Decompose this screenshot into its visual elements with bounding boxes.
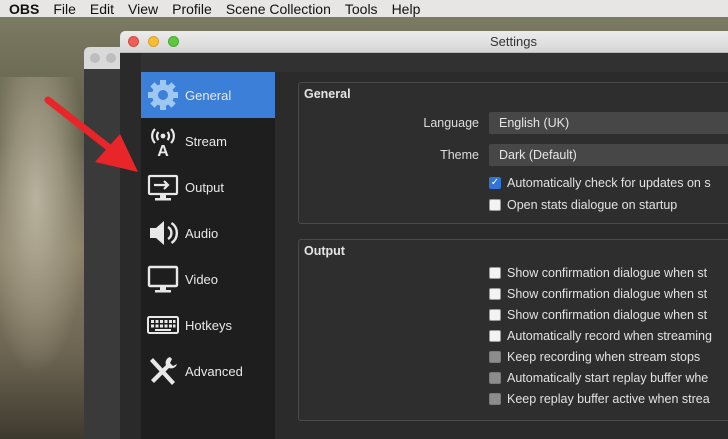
language-select[interactable]: English (UK)	[489, 112, 728, 134]
checkbox-label: Keep replay buffer active when strea	[507, 392, 710, 406]
sidebar-item-label: Output	[185, 179, 225, 195]
checkbox-label: Show confirmation dialogue when st	[507, 287, 708, 301]
menu-edit[interactable]: Edit	[90, 1, 114, 17]
keep-recording-checkbox[interactable]: Keep recording when stream stops	[489, 350, 700, 364]
sidebar-item-label: Advanced	[185, 363, 243, 379]
checkmark-icon[interactable]: ✓	[489, 177, 501, 189]
speaker-icon	[141, 211, 185, 255]
checkbox-label: Automatically start replay buffer whe	[507, 371, 709, 385]
output-group: Output Show confirmation dialogue when s…	[298, 239, 728, 421]
menu-file[interactable]: File	[53, 1, 76, 17]
monitor-icon	[141, 257, 185, 301]
settings-window: Settings General A Stream Output Audio V…	[120, 31, 728, 439]
sidebar-item-hotkeys[interactable]: Hotkeys	[141, 302, 275, 348]
replay-buffer-active-checkbox[interactable]: Keep replay buffer active when strea	[489, 392, 710, 406]
output-checkbox-3[interactable]: Show confirmation dialogue when st	[489, 308, 707, 322]
checkbox-box[interactable]	[489, 199, 501, 211]
auto-record-checkbox[interactable]: Automatically record when streaming	[489, 329, 712, 343]
checkbox-box[interactable]	[489, 267, 501, 279]
menu-tools[interactable]: Tools	[345, 1, 378, 17]
checkbox-box[interactable]	[489, 330, 501, 342]
checkbox-label: Show confirmation dialogue when st	[507, 266, 708, 280]
menu-bar: OBS File Edit View Profile Scene Collect…	[0, 0, 728, 17]
settings-content: General Language English (UK) Theme Dark…	[275, 72, 728, 439]
output-checkbox-2[interactable]: Show confirmation dialogue when st	[489, 287, 707, 301]
checkbox-box[interactable]	[489, 288, 501, 300]
sidebar-item-label: Hotkeys	[185, 317, 232, 333]
menu-view[interactable]: View	[128, 1, 158, 17]
sidebar-item-advanced[interactable]: Advanced	[141, 348, 275, 394]
sidebar-item-label: Audio	[185, 225, 219, 241]
replay-buffer-start-checkbox[interactable]: Automatically start replay buffer whe	[489, 371, 708, 385]
check-updates-checkbox[interactable]: ✓ Automatically check for updates on s	[489, 176, 711, 190]
checkbox-box[interactable]	[489, 393, 501, 405]
checkbox-box[interactable]	[489, 351, 501, 363]
sidebar-item-output[interactable]: Output	[141, 164, 275, 210]
background-minimize-button[interactable]	[106, 53, 116, 63]
menu-profile[interactable]: Profile	[172, 1, 212, 17]
settings-sidebar: General A Stream Output Audio Video Hotk…	[141, 72, 275, 439]
settings-titlebar: Settings	[120, 31, 728, 53]
sidebar-item-label: Stream	[185, 133, 227, 149]
group-title-output: Output	[304, 244, 345, 258]
sidebar-item-label: General	[185, 87, 232, 103]
output-checkbox-1[interactable]: Show confirmation dialogue when st	[489, 266, 707, 280]
broadcast-icon: A	[141, 119, 185, 163]
open-stats-checkbox[interactable]: Open stats dialogue on startup	[489, 198, 677, 212]
theme-select[interactable]: Dark (Default)	[489, 144, 728, 166]
checkbox-box[interactable]	[489, 372, 501, 384]
checkbox-label: Automatically check for updates on s	[507, 176, 711, 190]
keyboard-icon	[141, 303, 185, 347]
checkbox-label: Automatically record when streaming	[507, 329, 712, 343]
menu-help[interactable]: Help	[392, 1, 421, 17]
output-icon	[141, 165, 185, 209]
theme-label: Theme	[440, 148, 479, 162]
language-label: Language	[423, 116, 479, 130]
sidebar-item-audio[interactable]: Audio	[141, 210, 275, 256]
sidebar-item-video[interactable]: Video	[141, 256, 275, 302]
sidebar-item-general[interactable]: General	[141, 72, 275, 118]
menu-scene-collection[interactable]: Scene Collection	[226, 1, 331, 17]
checkbox-label: Show confirmation dialogue when st	[507, 308, 708, 322]
group-title-general: General	[304, 87, 351, 101]
tools-icon	[141, 349, 185, 393]
checkbox-label: Keep recording when stream stops	[507, 350, 701, 364]
window-title: Settings	[490, 34, 537, 49]
checkbox-label: Open stats dialogue on startup	[507, 198, 678, 212]
menu-app-name[interactable]: OBS	[9, 1, 39, 17]
sidebar-item-label: Video	[185, 271, 219, 287]
background-close-button[interactable]	[90, 53, 100, 63]
red-arrow-annotation	[44, 96, 138, 172]
sidebar-item-stream[interactable]: A Stream	[141, 118, 275, 164]
general-group: General Language English (UK) Theme Dark…	[298, 82, 728, 224]
svg-text:A: A	[157, 143, 169, 158]
gear-icon	[141, 73, 185, 117]
checkbox-box[interactable]	[489, 309, 501, 321]
